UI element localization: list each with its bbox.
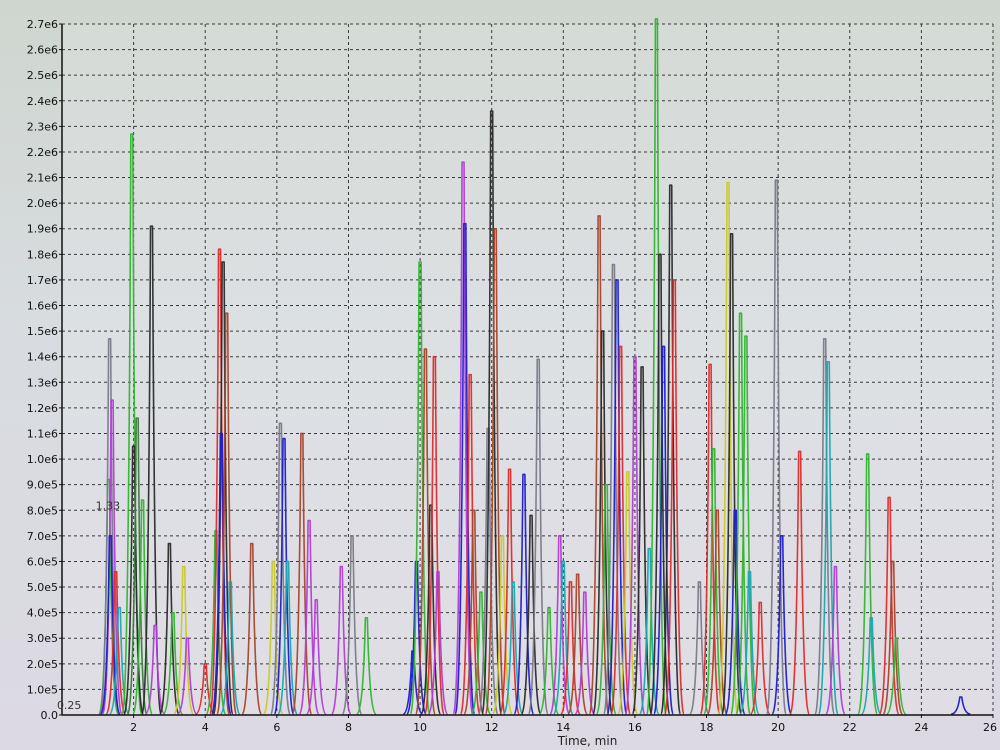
x-tick-label: 8 (345, 721, 352, 734)
y-tick-label: 3.0e5 (27, 632, 58, 645)
x-tick-label: 16 (628, 721, 642, 734)
y-tick-label: 1.0e5 (27, 683, 58, 696)
x-tick-label: 26 (983, 721, 997, 734)
y-tick-label: 5.0e5 (27, 581, 58, 594)
y-tick-label: 1.7e6 (27, 274, 58, 287)
y-tick-label: 1.0e6 (27, 453, 58, 466)
y-tick-label: 1.8e6 (27, 248, 58, 261)
x-tick-label: 14 (556, 721, 570, 734)
y-tick-label: 2.0e6 (27, 197, 58, 210)
y-tick-label: 1.9e6 (27, 223, 58, 236)
y-tick-label: 2.7e6 (27, 18, 58, 31)
y-tick-label: 2.6e6 (27, 44, 58, 57)
y-tick-label: 2.0e5 (27, 658, 58, 671)
y-tick-label: 1.5e6 (27, 325, 58, 338)
peak-annotation: 0.25 (57, 699, 81, 712)
y-tick-labels: 0.0 1.0e5 2.0e5 3.0e5 4.0e5 5.0e5 6.0e5 7.0e5 8.… (27, 18, 62, 722)
x-tick-labels: 2 4 6 8 10 12 14 16 18 20 22 24 26 (130, 715, 997, 734)
monitor-screen: 0.0 1.0e5 2.0e5 3.0e5 4.0e5 5.0e5 6.0e5 7.0e5 8.… (0, 0, 1000, 750)
x-tick-label: 6 (273, 721, 280, 734)
y-tick-label: 8.0e5 (27, 504, 58, 517)
y-tick-label: 1.2e6 (27, 402, 58, 415)
y-tick-label: 7.0e5 (27, 530, 58, 543)
y-tick-label: 2.1e6 (27, 172, 58, 185)
x-tick-label: 2 (130, 721, 137, 734)
x-tick-label: 12 (485, 721, 499, 734)
y-tick-label: 2.3e6 (27, 120, 58, 133)
x-tick-label: 18 (700, 721, 714, 734)
x-tick-label: 24 (914, 721, 928, 734)
y-tick-label: 1.1e6 (27, 427, 58, 440)
y-tick-label: 2.5e6 (27, 69, 58, 82)
x-tick-label: 22 (843, 721, 857, 734)
y-tick-label: 9.0e5 (27, 479, 58, 492)
peak-annotation: 1.33 (96, 499, 121, 512)
y-tick-label: 1.4e6 (27, 351, 58, 364)
chromatogram-chart: 0.0 1.0e5 2.0e5 3.0e5 4.0e5 5.0e5 6.0e5 7.0e5 8.… (27, 18, 997, 748)
y-tick-label: 1.6e6 (27, 300, 58, 313)
x-tick-label: 4 (202, 721, 209, 734)
y-tick-label: 6.0e5 (27, 555, 58, 568)
y-tick-label: 0.0 (41, 709, 59, 722)
y-tick-label: 2.2e6 (27, 146, 58, 159)
x-tick-label: 20 (771, 721, 785, 734)
y-tick-label: 4.0e5 (27, 607, 58, 620)
y-tick-label: 1.3e6 (27, 376, 58, 389)
x-tick-label: 10 (413, 721, 427, 734)
y-tick-label: 2.4e6 (27, 95, 58, 108)
x-axis-label: Time, min (557, 734, 618, 748)
